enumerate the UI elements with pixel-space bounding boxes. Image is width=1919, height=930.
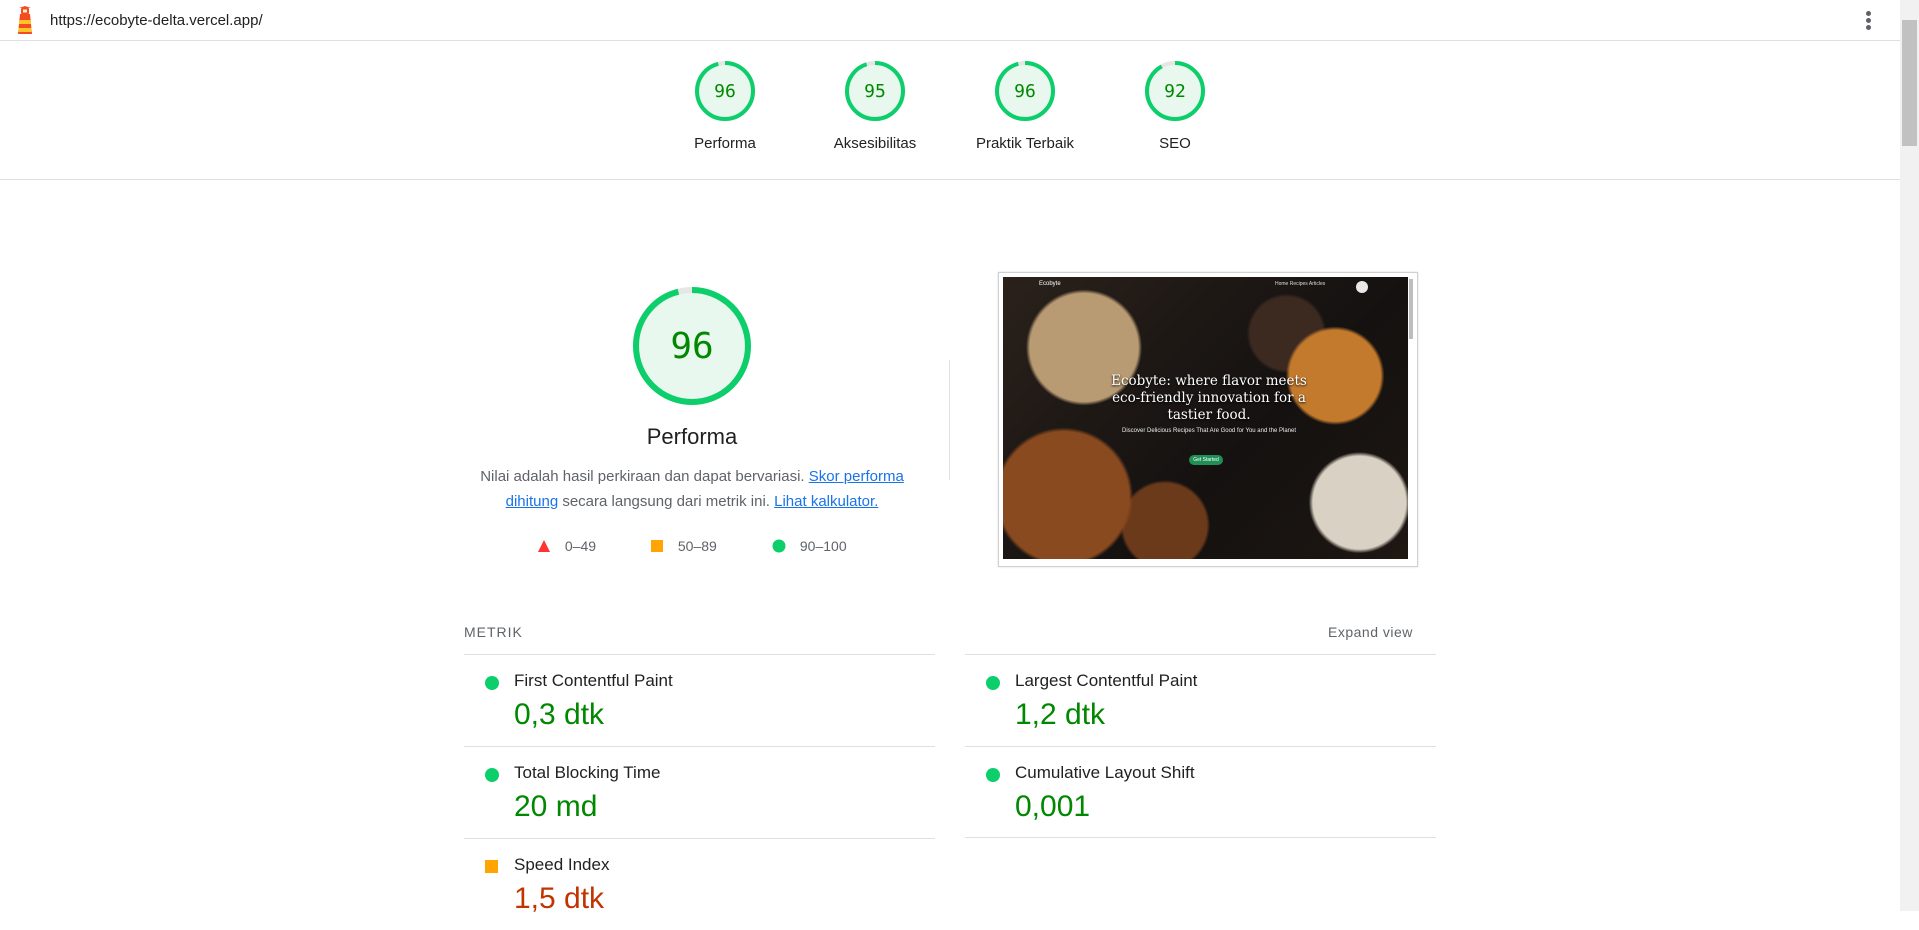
gauge-accessibility-ring: 95 bbox=[845, 61, 905, 121]
gauge-seo-ring: 92 bbox=[1145, 61, 1205, 121]
gauge-best-practices-label: Praktik Terbaik bbox=[975, 135, 1075, 152]
performance-gauge-ring: 96 bbox=[633, 287, 751, 405]
metric-speed-index: Speed Index 1,5 dtk bbox=[464, 838, 935, 930]
circle-icon bbox=[772, 539, 786, 553]
calculator-link[interactable]: Lihat kalkulator. bbox=[774, 493, 878, 510]
gauge-seo-label: SEO bbox=[1159, 135, 1191, 152]
report-topbar: https://ecobyte-delta.vercel.app/ bbox=[0, 0, 1900, 41]
gauge-performance-score: 96 bbox=[714, 81, 736, 102]
scrollbar-thumb[interactable] bbox=[1902, 20, 1917, 146]
performance-score: 96 bbox=[670, 326, 713, 367]
pass-circle-icon bbox=[986, 676, 1000, 690]
metric-cls: Cumulative Layout Shift 0,001 bbox=[965, 746, 1436, 838]
metrics-heading: METRIK bbox=[464, 624, 523, 640]
screenshot-nav-links: Home Recipes Articles bbox=[1275, 281, 1326, 287]
metrics-left-column: First Contentful Paint 0,3 dtk Total Blo… bbox=[464, 654, 935, 930]
legend-fail: 0–49 bbox=[537, 538, 596, 554]
screenshot-headline: Ecobyte: where flavor meets eco-friendly… bbox=[1111, 373, 1307, 423]
performance-gauge: 96 bbox=[630, 284, 754, 413]
lighthouse-icon bbox=[18, 6, 32, 34]
screenshot-cta: Get Started bbox=[1189, 455, 1223, 465]
performance-desc-middle: secara langsung dari metrik ini. bbox=[562, 493, 770, 510]
gauge-best-practices-score: 96 bbox=[1014, 81, 1036, 102]
expand-view-toggle[interactable]: Expand view bbox=[1328, 624, 1413, 640]
metric-lcp-name: Largest Contentful Paint bbox=[1015, 671, 1198, 690]
gauge-best-practices-ring: 96 bbox=[995, 61, 1055, 121]
screenshot-avatar bbox=[1356, 281, 1368, 293]
legend-average-label: 50–89 bbox=[677, 538, 717, 554]
gauge-accessibility-label: Aksesibilitas bbox=[833, 135, 917, 152]
metric-fcp-value: 0,3 dtk bbox=[514, 698, 605, 731]
screenshot-subtext: Discover Delicious Recipes That Are Good… bbox=[1122, 428, 1296, 434]
metric-fcp-name: First Contentful Paint bbox=[514, 671, 673, 690]
more-options-icon[interactable] bbox=[1858, 10, 1878, 32]
metric-lcp: Largest Contentful Paint 1,2 dtk bbox=[965, 654, 1436, 746]
metric-tbt-value: 20 md bbox=[514, 790, 598, 823]
pass-circle-icon bbox=[485, 768, 499, 782]
triangle-icon bbox=[538, 540, 550, 552]
metric-cls-value: 0,001 bbox=[1015, 790, 1091, 823]
gauge-seo[interactable]: 92 SEO bbox=[1115, 59, 1235, 152]
page-url[interactable]: https://ecobyte-delta.vercel.app/ bbox=[50, 12, 263, 29]
legend-pass-label: 90–100 bbox=[799, 538, 847, 554]
legend-average: 50–89 bbox=[650, 538, 717, 554]
metric-tbt-name: Total Blocking Time bbox=[514, 763, 661, 782]
metric-cls-name: Cumulative Layout Shift bbox=[1015, 763, 1195, 782]
performance-title: Performa bbox=[646, 424, 738, 449]
gauge-accessibility-score: 95 bbox=[864, 81, 886, 102]
metric-lcp-value: 1,2 dtk bbox=[1015, 698, 1106, 731]
screenshot-image: Ecobyte Home Recipes Articles Ecobyte: w… bbox=[1003, 277, 1408, 559]
gauge-best-practices[interactable]: 96 Praktik Terbaik bbox=[965, 59, 1085, 152]
pass-circle-icon bbox=[485, 676, 499, 690]
pass-circle-icon bbox=[986, 768, 1000, 782]
page-scrollbar[interactable] bbox=[1900, 0, 1919, 911]
screenshot-scrollbar bbox=[1409, 279, 1413, 339]
gauge-accessibility[interactable]: 95 Aksesibilitas bbox=[815, 59, 935, 152]
metrics-right-column: Largest Contentful Paint 1,2 dtk Cumulat… bbox=[965, 654, 1436, 838]
screenshot-brand: Ecobyte bbox=[1039, 281, 1061, 287]
section-divider bbox=[949, 360, 950, 480]
final-screenshot[interactable]: Ecobyte Home Recipes Articles Ecobyte: w… bbox=[998, 272, 1418, 567]
legend-pass: 90–100 bbox=[772, 538, 847, 554]
metric-tbt: Total Blocking Time 20 md bbox=[464, 746, 935, 838]
legend-fail-label: 0–49 bbox=[564, 538, 597, 554]
gauge-seo-score: 92 bbox=[1164, 81, 1186, 102]
screenshot-nav: Ecobyte Home Recipes Articles bbox=[1003, 277, 1408, 293]
square-icon bbox=[651, 540, 663, 552]
performance-desc-prefix: Nilai adalah hasil perkiraan dan dapat b… bbox=[480, 468, 805, 485]
gauge-performance-label: Performa bbox=[694, 135, 756, 152]
gauge-performance[interactable]: 96 Performa bbox=[665, 59, 785, 152]
metric-speed-index-name: Speed Index bbox=[514, 855, 610, 874]
metric-fcp: First Contentful Paint 0,3 dtk bbox=[464, 654, 935, 746]
score-summary: 96 Performa 95 Aksesibilitas 96 Praktik … bbox=[0, 41, 1900, 180]
average-square-icon bbox=[485, 860, 498, 873]
gauge-performance-ring: 96 bbox=[695, 61, 755, 121]
performance-description: Nilai adalah hasil perkiraan dan dapat b… bbox=[470, 464, 914, 514]
